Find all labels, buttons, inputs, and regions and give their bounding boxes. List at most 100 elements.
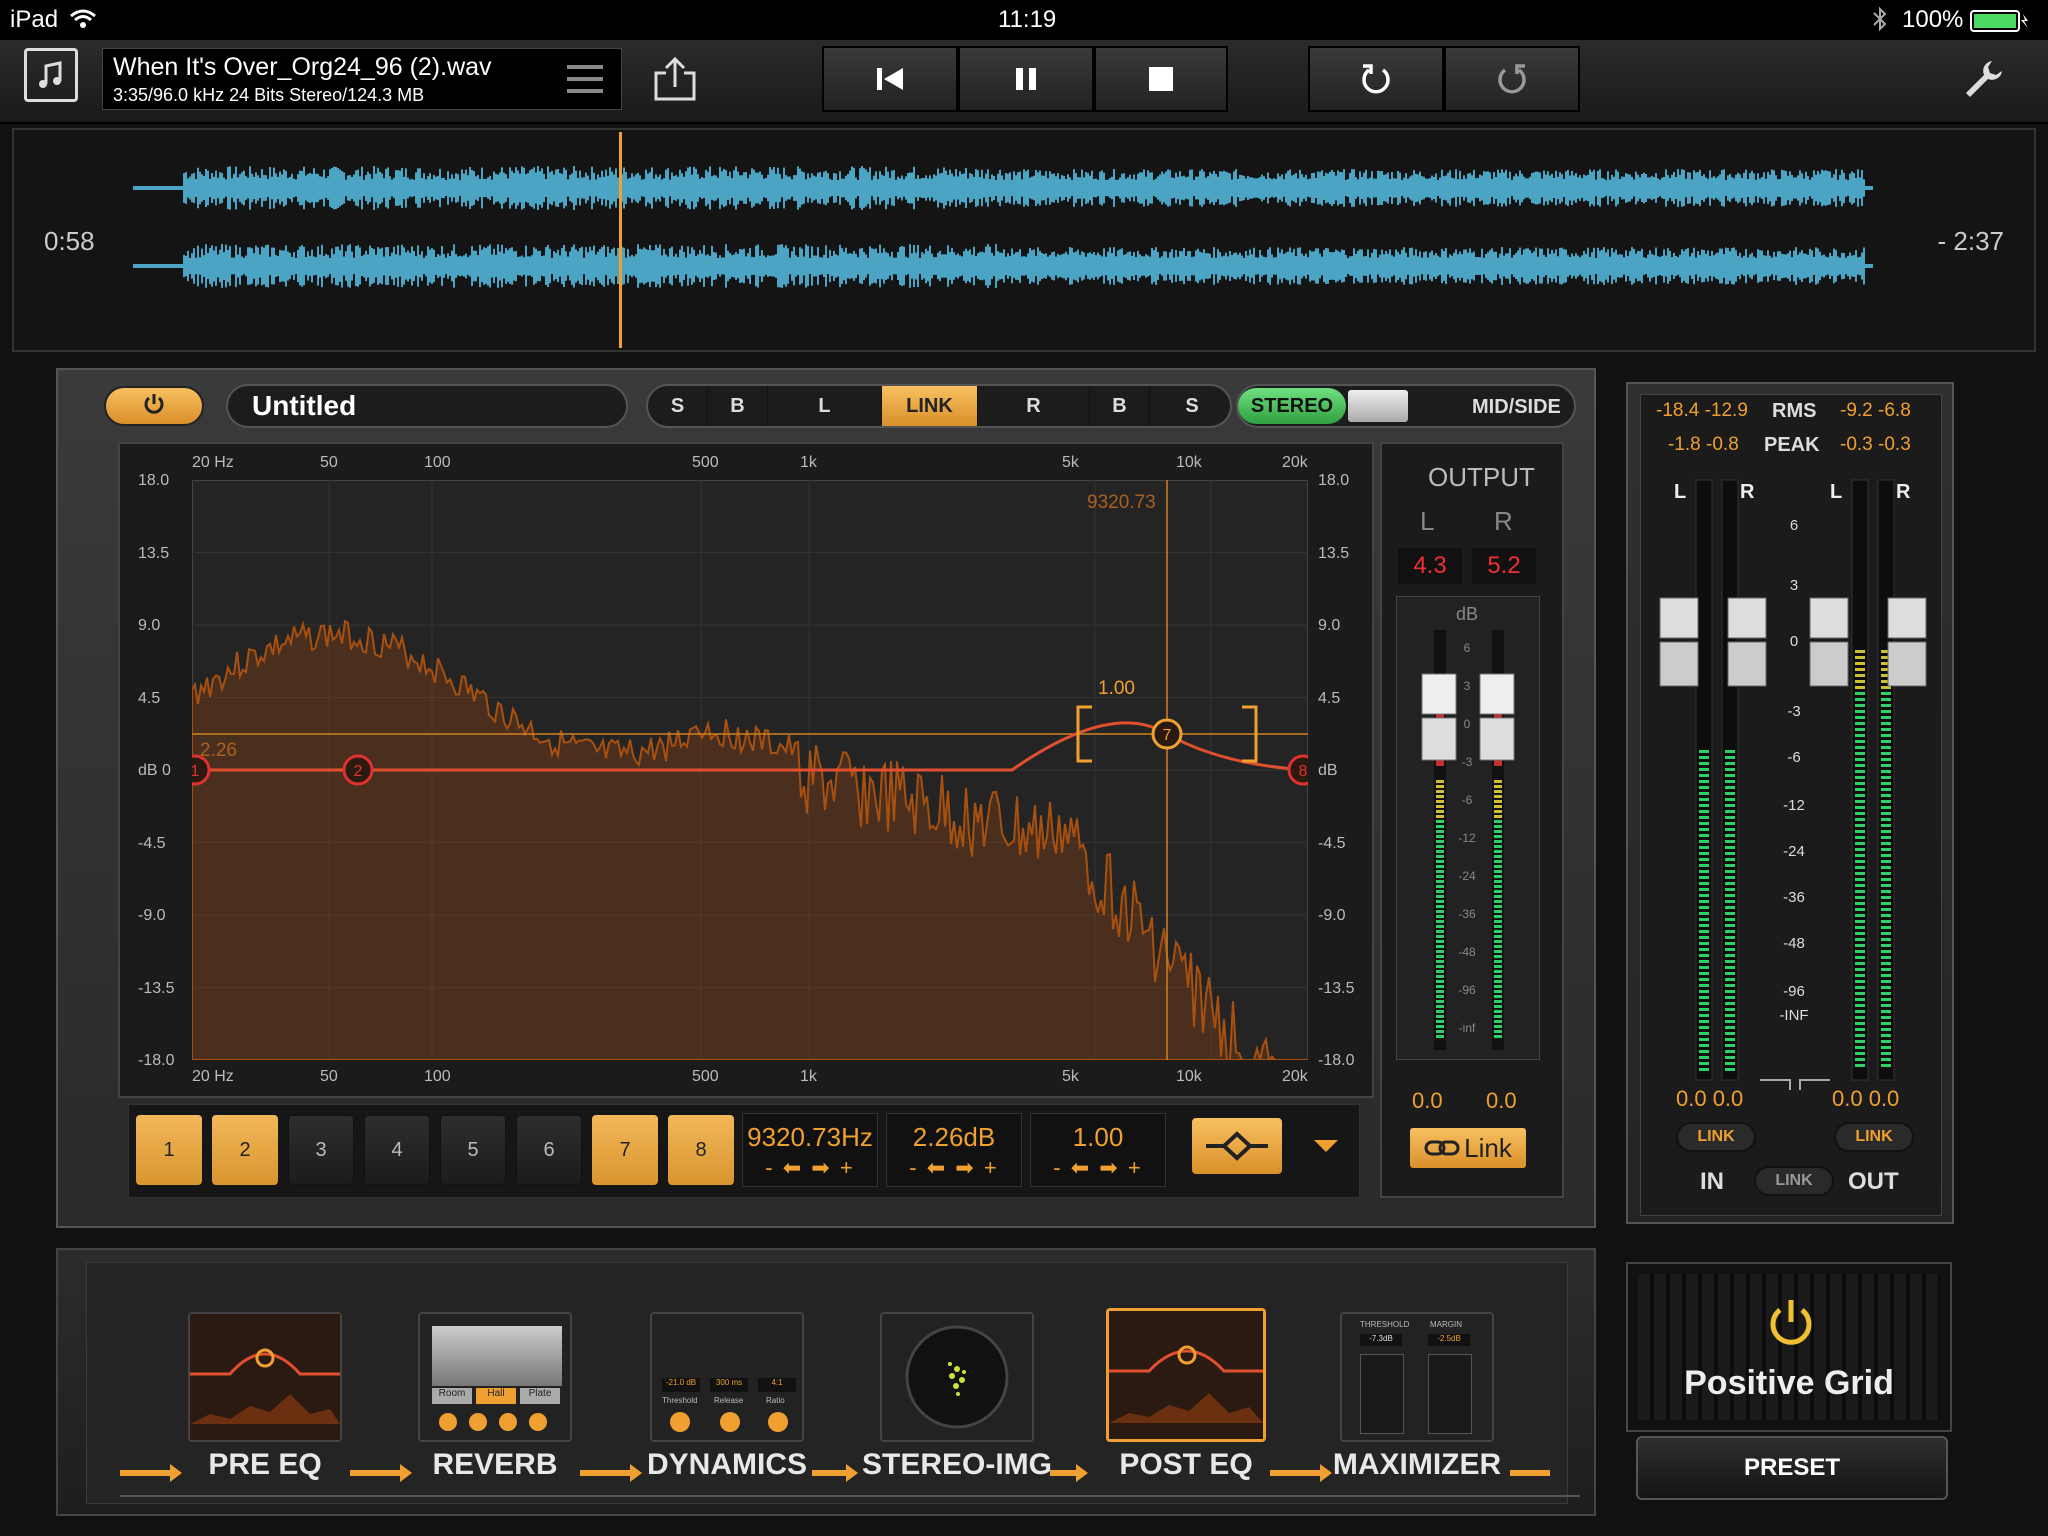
playhead[interactable] [619,132,623,348]
out-l-label: L [1830,481,1842,503]
band-button-8[interactable]: 8 [668,1115,734,1185]
chain-dynamics[interactable]: -21.0 dB 300 ms 4:1 Threshold Release Ra… [650,1312,804,1442]
db-tick-left: 9.0 [138,617,161,634]
band-button-2[interactable]: 2 [212,1115,278,1185]
gain-param[interactable]: 2.26dB - ⬅ ➡ + [886,1113,1022,1187]
redo-button[interactable] [1444,46,1580,112]
status-bar: iPad 11:19 100% [0,0,2048,40]
waveform-graph [133,166,1873,288]
svg-text:1: 1 [192,763,200,780]
chain-maximizer[interactable]: THRESHOLD MARGIN -7.3dB -2.5dB [1340,1312,1494,1442]
freq-tick-bottom: 1k [800,1068,817,1085]
freq-tick-bottom: 20 Hz [192,1068,234,1085]
max-threshold-label: THRESHOLD [1360,1320,1410,1329]
chain-label-pre-eq: PRE EQ [208,1448,322,1481]
out-link-button[interactable]: LINK [1834,1122,1914,1152]
db-tick-left: -4.5 [138,834,166,852]
chain-link-icon [1424,1133,1460,1164]
peak-label: PEAK [1764,434,1820,456]
in-link-button[interactable]: LINK [1676,1122,1756,1152]
band-button-5[interactable]: 5 [440,1115,506,1185]
in-label: IN [1700,1168,1724,1195]
freq-tick-bottom: 50 [320,1068,338,1085]
pause-button[interactable] [958,46,1094,112]
skip-back-icon [875,66,905,92]
dyn-ratio-value: 4:1 [758,1378,796,1392]
output-link-button[interactable]: Link [1410,1128,1526,1168]
fader-in-l[interactable] [1659,597,1699,687]
undo-button[interactable] [1308,46,1444,112]
freq-tick-bottom: 500 [692,1068,719,1085]
band-button-3[interactable]: 3 [288,1115,354,1185]
in-peak-values: -1.8 -0.8 [1668,434,1739,455]
channel-b-left[interactable]: B [708,386,768,426]
wrench-icon [1962,57,2006,101]
band-button-6[interactable]: 6 [516,1115,582,1185]
cursor-frequency-label: 9320.73 [1087,492,1156,513]
waveform-overview[interactable]: 0:58 - 2:37 [12,128,2036,352]
eq-node-7[interactable]: 7 [1151,718,1183,750]
preset-name[interactable]: Untitled [226,384,628,428]
stereo-switch-knob[interactable] [1348,390,1408,422]
band-button-7[interactable]: 7 [592,1115,658,1185]
file-details: 3:35/96.0 kHz 24 Bits Stereo/124.3 MB [113,85,425,105]
chain-stereo-img[interactable] [880,1312,1034,1442]
eq-node-8[interactable]: 8 [1287,754,1308,786]
clock: 11:19 [998,6,1057,33]
in-l-label: L [1674,481,1686,503]
share-button[interactable] [648,54,702,104]
channel-b-right[interactable]: B [1090,386,1150,426]
midside-label[interactable]: MID/SIDE [1472,396,1561,419]
band-button-1[interactable]: 1 [136,1115,202,1185]
settings-button[interactable] [1956,54,2012,104]
stereo-label[interactable]: STEREO [1238,388,1346,424]
eq-curve-graph[interactable]: 1 2 7 8 9320.73 2.26 1.00 [192,480,1308,1060]
skip-back-button[interactable] [822,46,958,112]
freq-tick-bottom: 20k [1282,1068,1308,1085]
output-r-label: R [1494,506,1513,536]
menu-icon[interactable] [567,63,603,100]
freq-tick-top: 20 Hz [192,454,234,471]
filter-type-dropdown[interactable] [1312,1138,1340,1159]
stop-button[interactable] [1094,46,1228,112]
io-scale-tick: -24 [1783,843,1805,860]
rms-label: RMS [1772,400,1817,422]
music-library-button[interactable] [24,48,78,102]
gain-adjust[interactable]: - ⬅ ➡ + [887,1155,1021,1181]
file-info-box[interactable]: When It's Over_Org24_96 (2).wav 3:35/96.… [102,48,622,110]
dyn-threshold-value: -21.0 dB [662,1378,700,1392]
frequency-param[interactable]: 9320.73Hz - ⬅ ➡ + [742,1113,878,1187]
fader-out-l[interactable] [1809,597,1849,687]
q-adjust[interactable]: - ⬅ ➡ + [1031,1155,1165,1181]
chain-pre-eq[interactable] [188,1312,342,1442]
eq-node-2[interactable]: 2 [342,754,374,786]
fader-in-r[interactable] [1727,597,1767,687]
db-tick-left: -13.5 [138,979,175,997]
db-tick-left: -9.0 [138,907,166,924]
channel-l[interactable]: L [768,386,882,426]
brand-name: Positive Grid [1684,1364,1894,1402]
chain-reverb[interactable]: Room Hall Plate [418,1312,572,1442]
positive-grid-power-icon[interactable] [1766,1298,1816,1353]
fader-out-r[interactable] [1887,597,1927,687]
channel-s-left[interactable]: S [648,386,708,426]
io-link-button[interactable]: LINK [1754,1166,1834,1196]
max-threshold-fader [1360,1354,1404,1434]
channel-link[interactable]: LINK [882,386,978,426]
reverb-room: Room [432,1388,472,1404]
preset-button[interactable]: PRESET [1636,1436,1948,1500]
io-scale-tick: -12 [1783,797,1805,814]
eq-power-button[interactable] [104,386,204,426]
power-icon [143,393,165,420]
in-r-label: R [1740,481,1755,503]
elapsed-time: 0:58 [44,226,95,256]
band-button-4[interactable]: 4 [364,1115,430,1185]
chain-post-eq[interactable] [1106,1308,1266,1442]
freq-tick-top: 10k [1176,454,1202,471]
channel-s-right[interactable]: S [1150,386,1230,426]
q-param[interactable]: 1.00 - ⬅ ➡ + [1030,1113,1166,1187]
out-meter-values: 0.0 0.0 [1832,1086,1900,1111]
frequency-adjust[interactable]: - ⬅ ➡ + [743,1155,877,1181]
filter-type-button[interactable] [1192,1118,1282,1174]
channel-r[interactable]: R [978,386,1090,426]
